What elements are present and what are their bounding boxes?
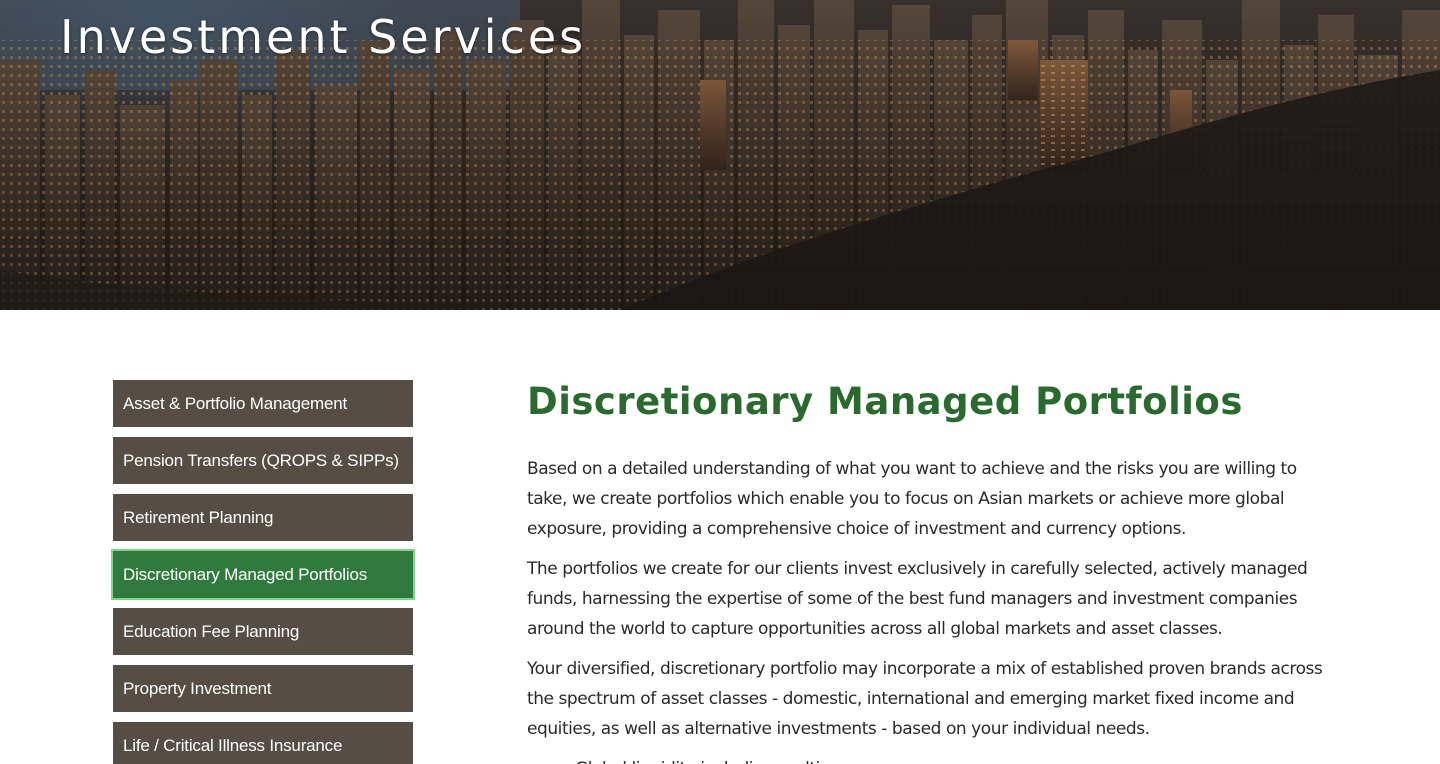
body-paragraph: Based on a detailed understanding of wha… xyxy=(527,459,1297,539)
body-paragraph: Your diversified, discretionary portfoli… xyxy=(527,659,1323,739)
list-item: Global liquidity including multi- xyxy=(575,754,1327,764)
sidebar-item-label: Discretionary Managed Portfolios xyxy=(123,564,367,584)
body-paragraph: The portfolios we create for our clients… xyxy=(527,559,1308,639)
sidebar-item-asset-portfolio-management[interactable]: Asset & Portfolio Management xyxy=(113,380,413,427)
feature-list: Global liquidity including multi- xyxy=(575,754,1327,764)
sidebar-item-label: Pension Transfers (QROPS & SIPPs) xyxy=(123,450,399,470)
sidebar-item-label: Life / Critical Illness Insurance xyxy=(123,735,343,755)
sidebar-item-label: Retirement Planning xyxy=(123,507,274,527)
service-content: Discretionary Managed Portfolios Based o… xyxy=(527,378,1327,764)
section-heading: Discretionary Managed Portfolios xyxy=(527,380,1243,423)
page: Investment Services Asset & Portfolio Ma… xyxy=(0,0,1440,764)
page-title: Investment Services xyxy=(60,10,587,64)
sidebar-item-pension-transfers[interactable]: Pension Transfers (QROPS & SIPPs) xyxy=(113,437,413,484)
sidebar-item-retirement-planning[interactable]: Retirement Planning xyxy=(113,494,413,541)
sidebar-item-life-critical-illness-insurance[interactable]: Life / Critical Illness Insurance xyxy=(113,722,413,764)
sidebar-item-label: Education Fee Planning xyxy=(123,621,300,641)
sidebar-item-property-investment[interactable]: Property Investment xyxy=(113,665,413,712)
sidebar-item-label: Property Investment xyxy=(123,678,272,698)
sidebar-item-discretionary-managed-portfolios[interactable]: Discretionary Managed Portfolios xyxy=(113,551,413,598)
sidebar-item-label: Asset & Portfolio Management xyxy=(123,393,348,413)
services-sidebar: Asset & Portfolio Management Pension Tra… xyxy=(113,380,413,764)
hero-banner: Investment Services xyxy=(0,0,1440,310)
sidebar-item-education-fee-planning[interactable]: Education Fee Planning xyxy=(113,608,413,655)
